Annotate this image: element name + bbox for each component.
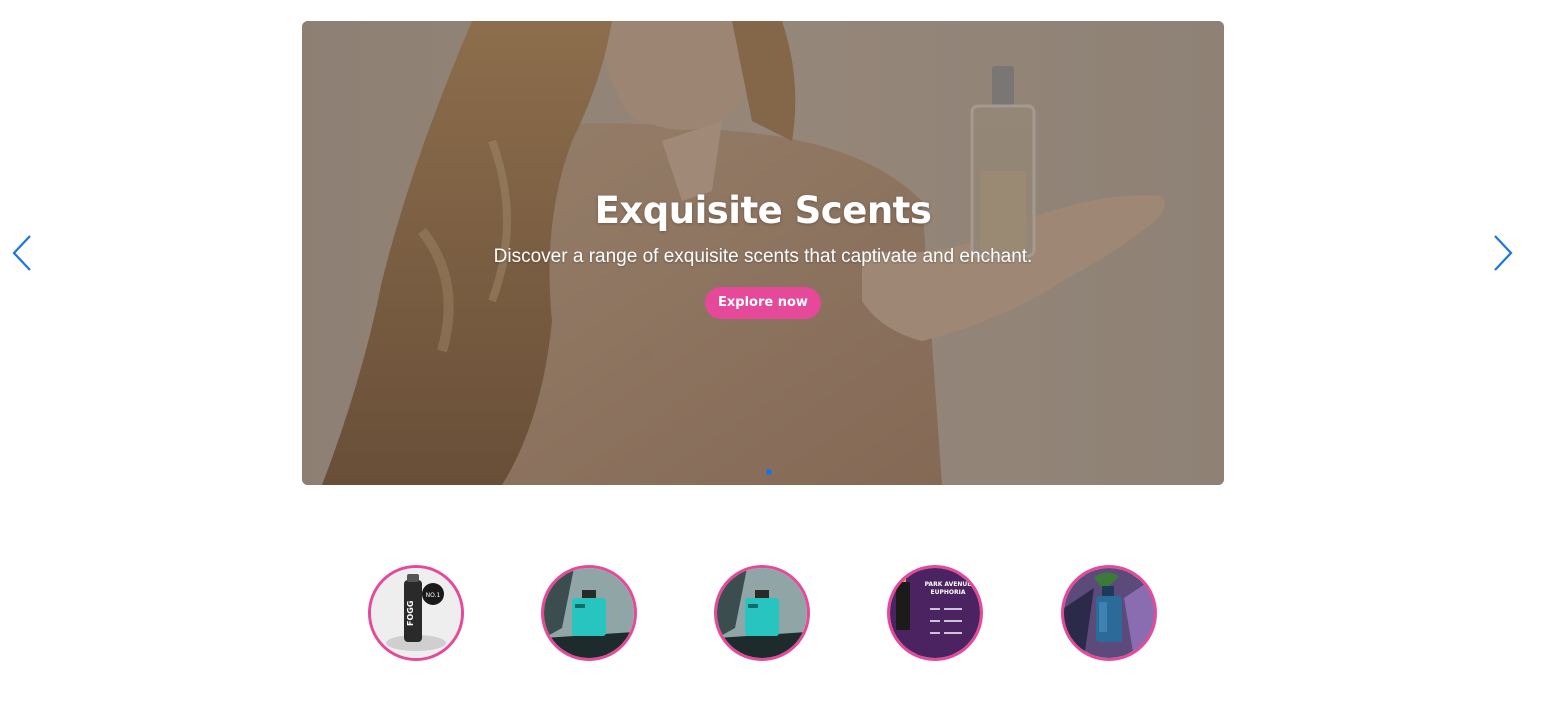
- fogg-deodorant-image: FOGG NO.1: [371, 568, 461, 658]
- park-avenue-title-text: PARK AVENUE: [925, 581, 972, 588]
- thumbnail-park-avenue[interactable]: PARK AVENUE EUPHORIA: [887, 565, 983, 661]
- chevron-right-icon: [1494, 235, 1513, 271]
- explore-now-button[interactable]: Explore now: [705, 287, 821, 319]
- thumbnail-wild-stone-1[interactable]: [541, 565, 637, 661]
- carousel-prev-button[interactable]: [10, 234, 34, 272]
- chevron-left-icon: [12, 235, 31, 271]
- park-avenue-euphoria-image: PARK AVENUE EUPHORIA: [890, 568, 980, 658]
- hero-carousel: Exquisite Scents Discover a range of exq…: [302, 21, 1224, 485]
- carousel-indicator-2[interactable]: [766, 469, 772, 475]
- carousel-indicator-1[interactable]: [754, 469, 760, 475]
- hero-title: Exquisite Scents: [594, 189, 932, 232]
- thumbnail-wild-stone-2[interactable]: [714, 565, 810, 661]
- wild-stone-perfume-image: [544, 568, 634, 658]
- hero-caption: Exquisite Scents Discover a range of exq…: [302, 189, 1224, 319]
- fogg-brand-text: FOGG: [406, 601, 415, 626]
- product-thumbnails: FOGG NO.1 PARK AVENUE EUPHORIA: [368, 565, 1157, 661]
- blue-perfume-bottle-image: [1064, 568, 1154, 658]
- wild-stone-perfume-image: [717, 568, 807, 658]
- carousel-indicators: [302, 469, 1224, 475]
- thumbnail-blue-perfume[interactable]: [1061, 565, 1157, 661]
- hero-subtitle: Discover a range of exquisite scents tha…: [493, 246, 1033, 267]
- park-avenue-sub-text: EUPHORIA: [931, 589, 966, 596]
- fogg-badge-text: NO.1: [426, 592, 441, 599]
- carousel-next-button[interactable]: [1491, 234, 1515, 272]
- thumbnail-fogg[interactable]: FOGG NO.1: [368, 565, 464, 661]
